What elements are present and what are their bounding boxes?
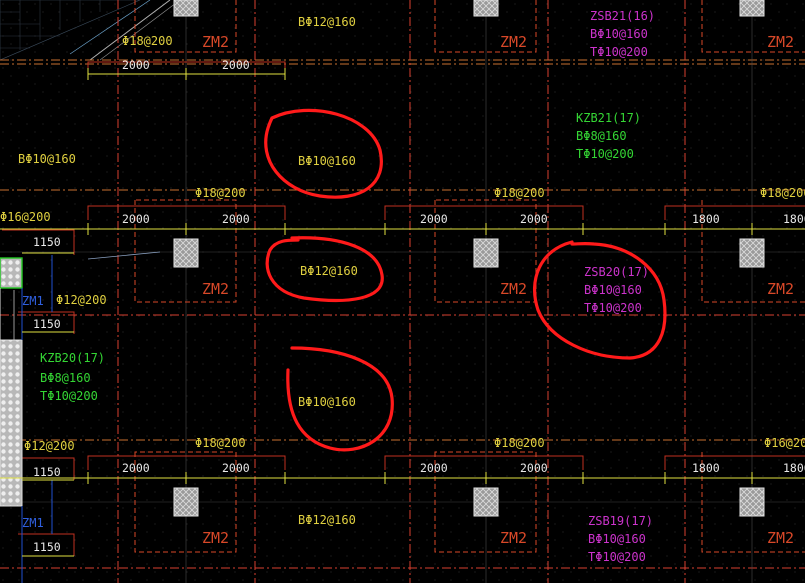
slab-bottom-rebar: BΦ10@160 (590, 27, 648, 41)
pile-cap-label: ZM2 (500, 529, 527, 547)
rebar-label-phi18-d: Φ18@200 (760, 186, 805, 200)
slab-bottom-rebar: BΦ8@160 (576, 129, 627, 143)
dim-text: 1150 (33, 317, 61, 331)
slab-bottom-rebar: BΦ10@160 (584, 283, 642, 297)
pile-cap-label: ZM2 (767, 529, 794, 547)
dim-text: 2000 (222, 212, 250, 226)
pile-cap-label: ZM2 (202, 529, 229, 547)
rebar-label-b10-circled-3: BΦ10@160 (298, 395, 356, 409)
rebar-label-phi18-a: Φ18@200 (122, 34, 173, 48)
rebar-label-b12-top: BΦ12@160 (298, 15, 356, 29)
dim-text: 1150 (33, 235, 61, 249)
rebar-label-phi18-c: Φ18@200 (494, 186, 545, 200)
dim-text: 2000 (122, 212, 150, 226)
dim-text: 2000 (420, 212, 448, 226)
rebar-label-phi18-b: Φ18@200 (195, 186, 246, 200)
slab-top-rebar: TΦ10@200 (40, 389, 98, 403)
pile-cap-label: ZM2 (202, 280, 229, 298)
slab-top-rebar: TΦ10@200 (576, 147, 634, 161)
dim-text: 1800 (692, 461, 720, 475)
rebar-label-phi18-e: Φ18@200 (195, 436, 246, 450)
slab-name: ZSB20(17) (584, 265, 649, 279)
rebar-label-b10-left: BΦ10@160 (18, 152, 76, 166)
background-dot-pattern (0, 0, 805, 583)
rebar-label-phi12-b: Φ12@200 (24, 439, 75, 453)
slab-bottom-rebar: BΦ8@160 (40, 371, 91, 385)
zm1-label-a: ZM1 (22, 294, 44, 308)
dim-text: 2000 (520, 212, 548, 226)
slab-top-rebar: TΦ10@200 (588, 550, 646, 564)
dim-text: 2000 (420, 461, 448, 475)
rebar-label-b12-mid: BΦ12@160 (300, 264, 358, 278)
dim-text: 1150 (33, 540, 61, 554)
slab-name: ZSB21(16) (590, 9, 655, 23)
rebar-label-phi16-b: Φ16@200 (764, 436, 805, 450)
dim-text: 1800 (783, 461, 805, 475)
dim-text: 1800 (692, 212, 720, 226)
dim-text: 2000 (520, 461, 548, 475)
dim-text: 2000 (222, 461, 250, 475)
rebar-label-b10-circled-1: BΦ10@160 (298, 154, 356, 168)
slab-bottom-rebar: BΦ10@160 (588, 532, 646, 546)
pile-cap-label: ZM2 (767, 280, 794, 298)
pile-cap-label: ZM2 (500, 280, 527, 298)
pile-cap-label: ZM2 (767, 33, 794, 51)
slab-name: KZB20(17) (40, 351, 105, 365)
zm1-label-b: ZM1 (22, 516, 44, 530)
slab-top-rebar: TΦ10@200 (590, 45, 648, 59)
cad-drawing-canvas[interactable]: BΦ12@160 Φ18@200 Φ18@200 Φ18@200 Φ18@200… (0, 0, 805, 583)
dim-text: 1150 (33, 465, 61, 479)
rebar-label-b12-bottom: BΦ12@160 (298, 513, 356, 527)
slab-name: KZB21(17) (576, 111, 641, 125)
rebar-label-phi12-a: Φ12@200 (56, 293, 107, 307)
dim-text: 2000 (122, 461, 150, 475)
dim-text: 2000 (222, 58, 250, 72)
dim-text: 2000 (122, 58, 150, 72)
pile-cap-label: ZM2 (202, 33, 229, 51)
pile-cap-label: ZM2 (500, 33, 527, 51)
rebar-label-phi18-f: Φ18@200 (494, 436, 545, 450)
rebar-label-phi16-a: Φ16@200 (0, 210, 51, 224)
slab-name: ZSB19(17) (588, 514, 653, 528)
slab-top-rebar: TΦ10@200 (584, 301, 642, 315)
dim-text: 1800 (783, 212, 805, 226)
